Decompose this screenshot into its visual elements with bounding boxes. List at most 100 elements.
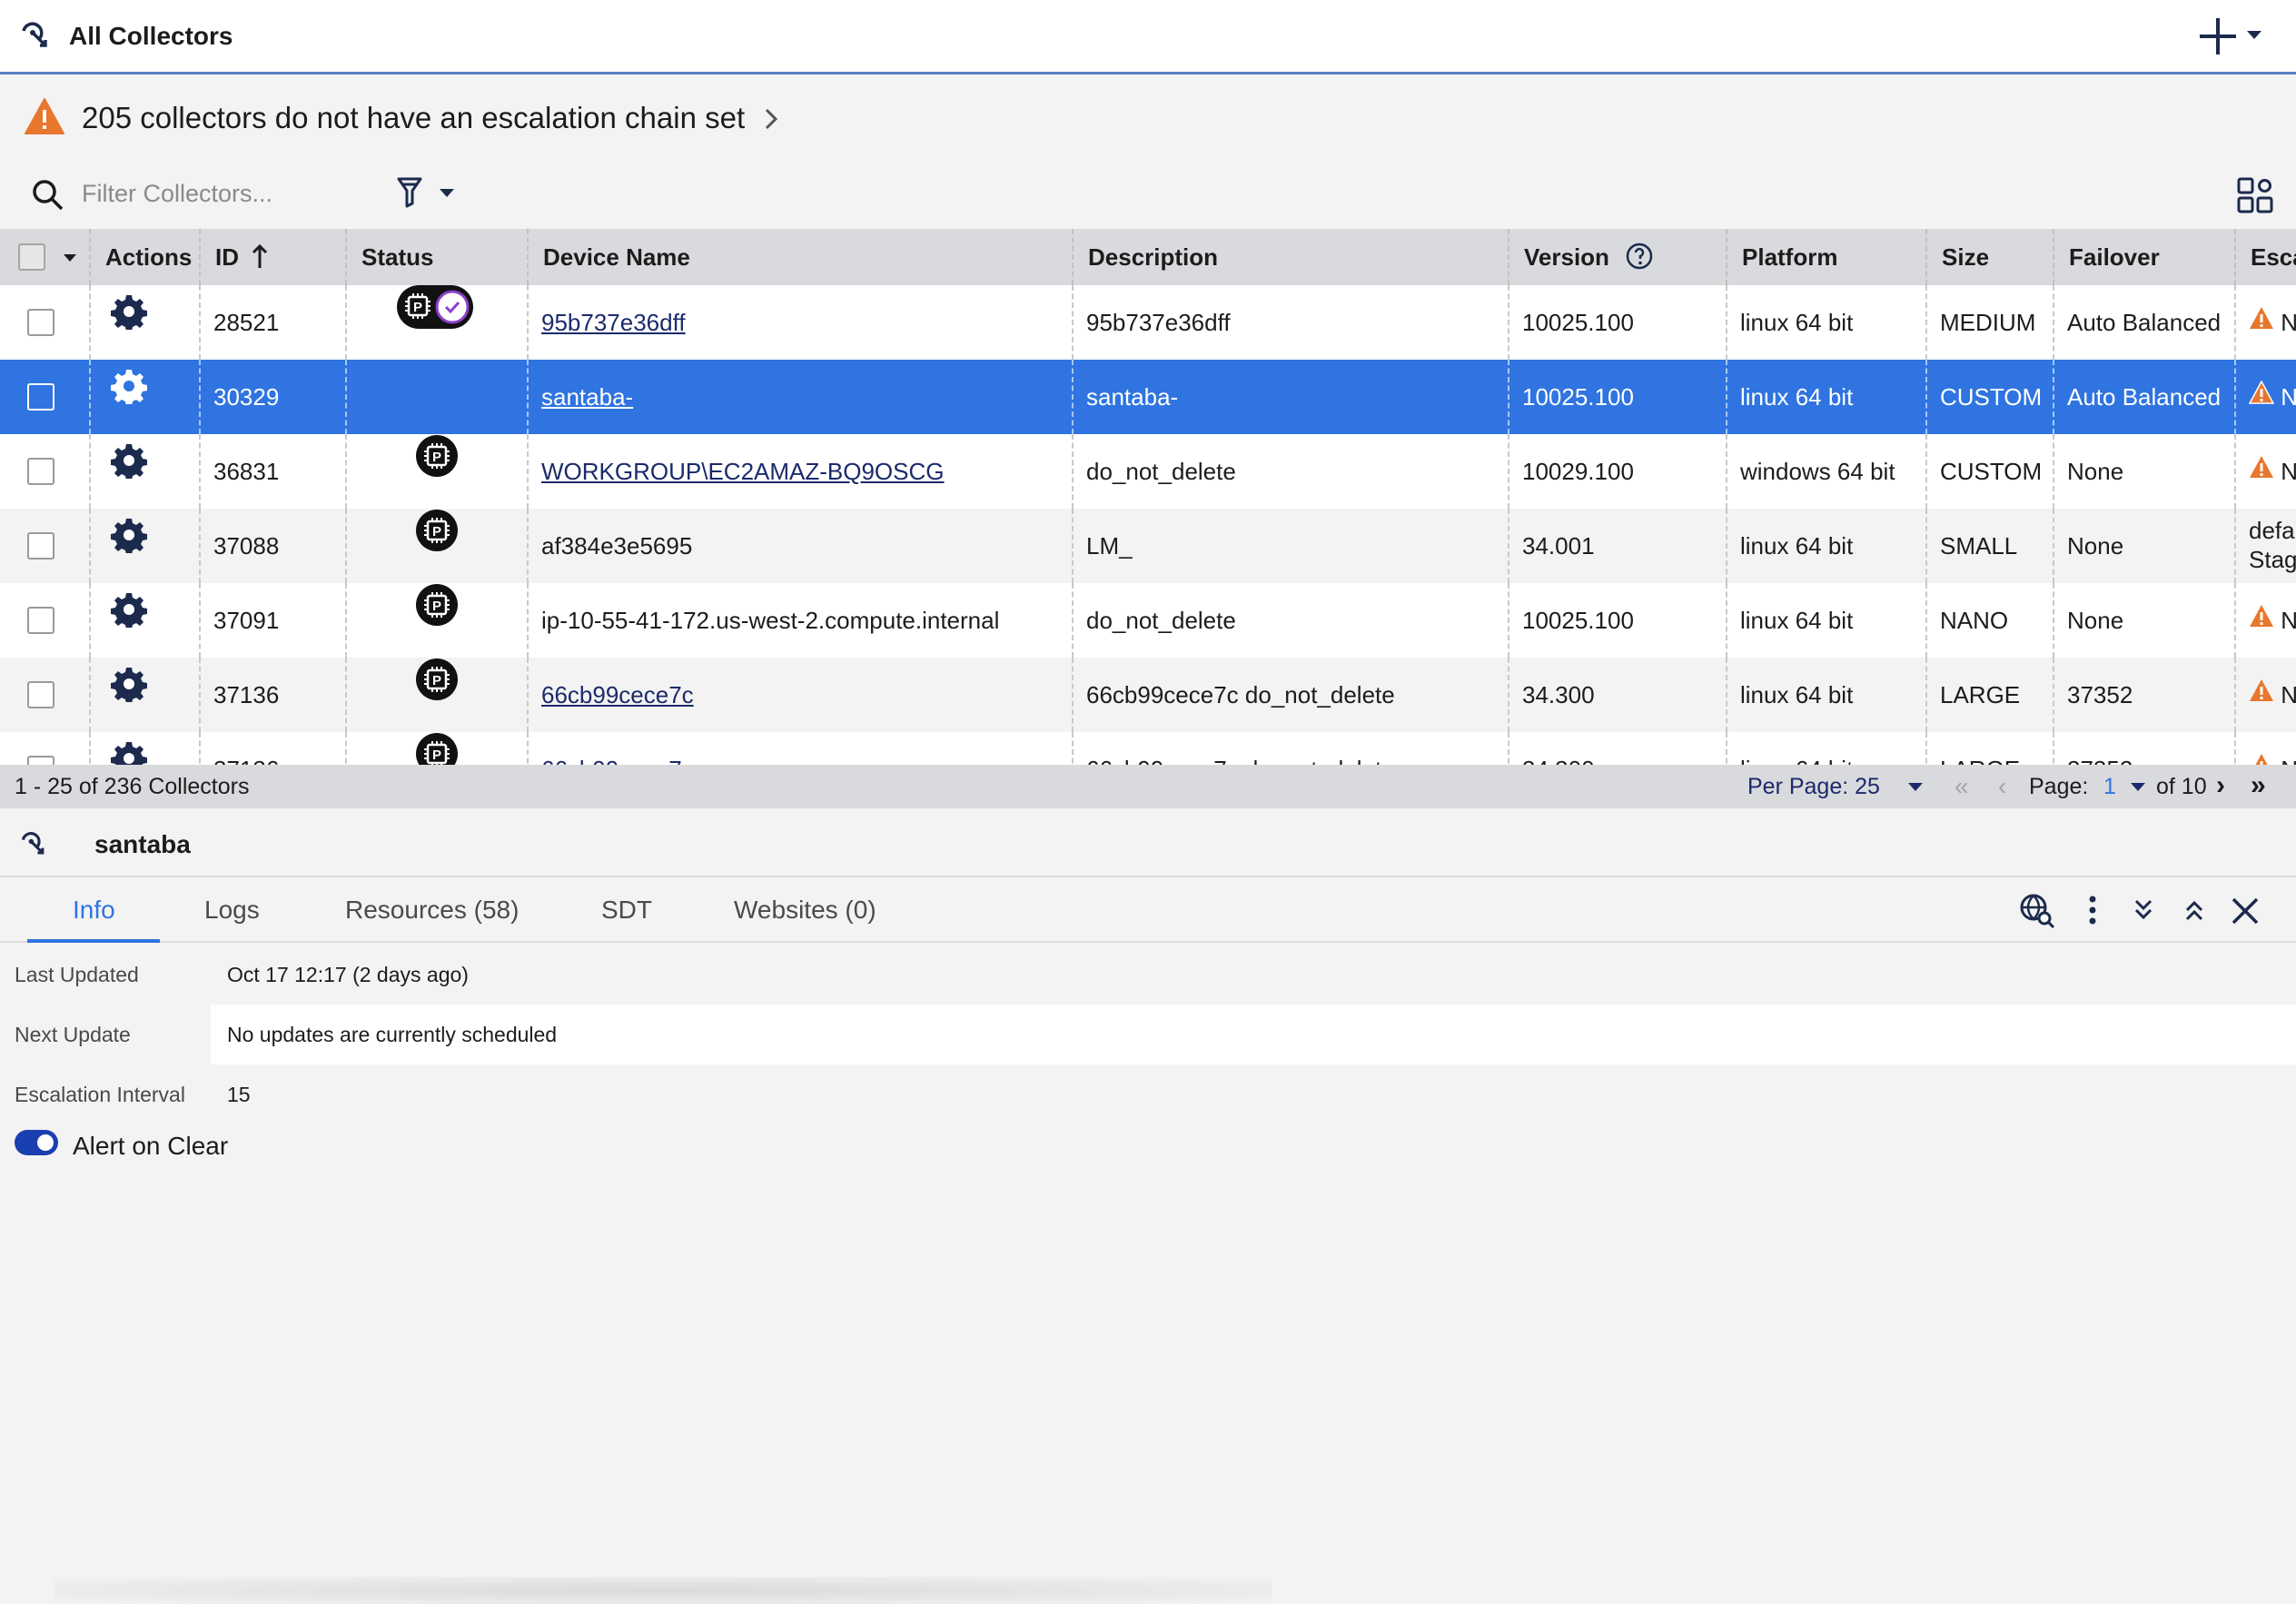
next-page-icon[interactable]: › [2216,770,2225,801]
chevron-double-down-icon[interactable] [2129,892,2158,930]
row-checkbox[interactable] [27,756,54,765]
table-cell [91,583,201,658]
first-page-icon[interactable]: « [1955,772,1969,801]
collector-status-icon: P [414,509,460,582]
tab-info[interactable]: Info [73,896,115,925]
tab-resources[interactable]: Resources (58) [345,896,519,925]
row-platform: linux 64 bit [1740,532,1854,559]
record-count: 1 - 25 of 236 Collectors [15,774,250,799]
escalation-warning-banner[interactable]: 205 collectors do not have an escalation… [0,77,2296,159]
row-platform: windows 64 bit [1740,458,1895,485]
table-cell: 66cb99cece7c [529,658,1074,732]
table-row[interactable]: 37091 Pip-10-55-41-172.us-west-2.compute.… [0,583,2296,658]
row-checkbox[interactable] [27,681,54,709]
settings-gear-icon[interactable] [111,583,147,657]
device-name: af384e3e5695 [541,532,693,559]
row-checkbox[interactable] [27,309,54,337]
col-platform[interactable]: Platform [1727,229,1927,285]
row-platform: linux 64 bit [1740,756,1853,765]
row-checkbox[interactable] [27,458,54,486]
row-failover: 37352 [2067,681,2133,708]
table-cell: None [2054,509,2236,583]
tab-logs[interactable]: Logs [204,896,260,925]
per-page-select[interactable]: Per Page: 25 [1747,774,1880,800]
warning-icon [2249,434,2274,508]
row-checkbox[interactable] [27,532,54,560]
device-name-link[interactable]: santaba- [541,383,633,411]
add-menu-caret-icon[interactable] [2247,31,2261,39]
table-row[interactable]: 30329 santaba-santaba- 10025.100 linux 64 b… [0,360,2296,434]
page-caret-icon[interactable] [2131,783,2145,791]
table-cell: P [347,285,529,360]
row-escalation: N [2281,309,2296,336]
col-version[interactable]: Version [1509,229,1727,285]
row-id: 37091 [213,607,280,634]
last-page-icon[interactable]: » [2251,770,2266,801]
settings-gear-icon[interactable] [111,360,147,433]
chevron-right-icon[interactable] [761,106,781,132]
chevron-double-up-icon[interactable] [2180,892,2209,930]
row-checkbox[interactable] [27,607,54,635]
table-cell: None [2054,434,2236,509]
row-failover: None [2067,607,2124,634]
escalation-interval-value: 15 [227,1083,251,1106]
table-cell: linux 64 bit [1727,732,1927,765]
device-name-link[interactable]: WORKGROUP\EC2AMAZ-BQ9OSCG [541,458,945,485]
settings-gear-icon[interactable] [111,658,147,731]
settings-gear-icon[interactable] [111,285,147,359]
device-name-link[interactable]: 66cb99cece7c [541,681,694,708]
table-row[interactable]: 37088 Paf384e3e5695 LM_ 34.001 linux 64 bit S… [0,509,2296,583]
row-id: 37088 [213,532,280,559]
table-row[interactable]: 37136 P 66cb99cece7c 66cb99cece7c do_not_de… [0,658,2296,732]
select-all-header[interactable] [0,229,91,285]
help-icon[interactable] [1625,242,1654,271]
more-options-icon[interactable] [2082,892,2103,930]
table-cell: N [2236,434,2296,509]
filter-collectors-input[interactable] [82,173,372,214]
collector-icon [22,22,47,47]
col-status[interactable]: Status [347,229,529,285]
collector-status-icon: P [414,434,460,508]
col-device-name[interactable]: Device Name [529,229,1074,285]
tab-websites[interactable]: Websites (0) [734,896,876,925]
select-all-checkbox[interactable] [18,243,45,271]
table-cell: 95b737e36dff [1074,285,1509,360]
table-cell: Auto Balanced [2054,285,2236,360]
col-description[interactable]: Description [1074,229,1509,285]
table-cell: LARGE [1927,732,2054,765]
col-id[interactable]: ID [201,229,347,285]
page-number-select[interactable]: 1 [2103,774,2116,800]
collector-status-icon: P [414,583,460,657]
row-escalation: N [2281,756,2296,765]
add-icon[interactable] [2196,13,2240,60]
settings-gear-icon[interactable] [111,434,147,508]
row-checkbox[interactable] [27,383,54,411]
filter-caret-icon[interactable] [440,189,454,197]
bottom-shadow [54,1577,1272,1604]
device-name-link[interactable]: 66cb99cece7c [541,756,694,765]
toggle-knob [37,1134,54,1151]
col-size[interactable]: Size [1927,229,2054,285]
filter-icon[interactable] [396,176,423,209]
table-cell [0,509,91,583]
col-escalation[interactable]: Esca [2236,229,2296,285]
tab-sdt[interactable]: SDT [601,896,652,925]
grid-settings-icon[interactable] [2236,176,2274,214]
prev-page-icon[interactable]: ‹ [1998,772,2006,801]
settings-gear-icon[interactable] [111,732,147,765]
close-icon[interactable] [2229,892,2261,930]
col-failover[interactable]: Failover [2054,229,2236,285]
row-id: 28521 [213,309,280,336]
table-row[interactable]: 28521 P 95b737e36dff 95b737e36dff 10025.100 l… [0,285,2296,360]
table-cell: N [2236,360,2296,434]
select-caret-icon[interactable] [64,254,76,262]
alert-on-clear-toggle[interactable] [15,1130,58,1155]
device-name-link[interactable]: 95b737e36dff [541,309,686,336]
table-row[interactable]: 37136 P 66cb99cece7c 66cb99cece7c do_not_de… [0,732,2296,765]
detail-title: santaba [94,830,191,858]
table-cell [0,583,91,658]
settings-gear-icon[interactable] [111,509,147,582]
globe-search-icon[interactable] [2018,892,2056,930]
per-page-caret-icon[interactable] [1908,783,1923,791]
table-row[interactable]: 36831 P WORKGROUP\EC2AMAZ-BQ9OSCG do_not_de… [0,434,2296,509]
